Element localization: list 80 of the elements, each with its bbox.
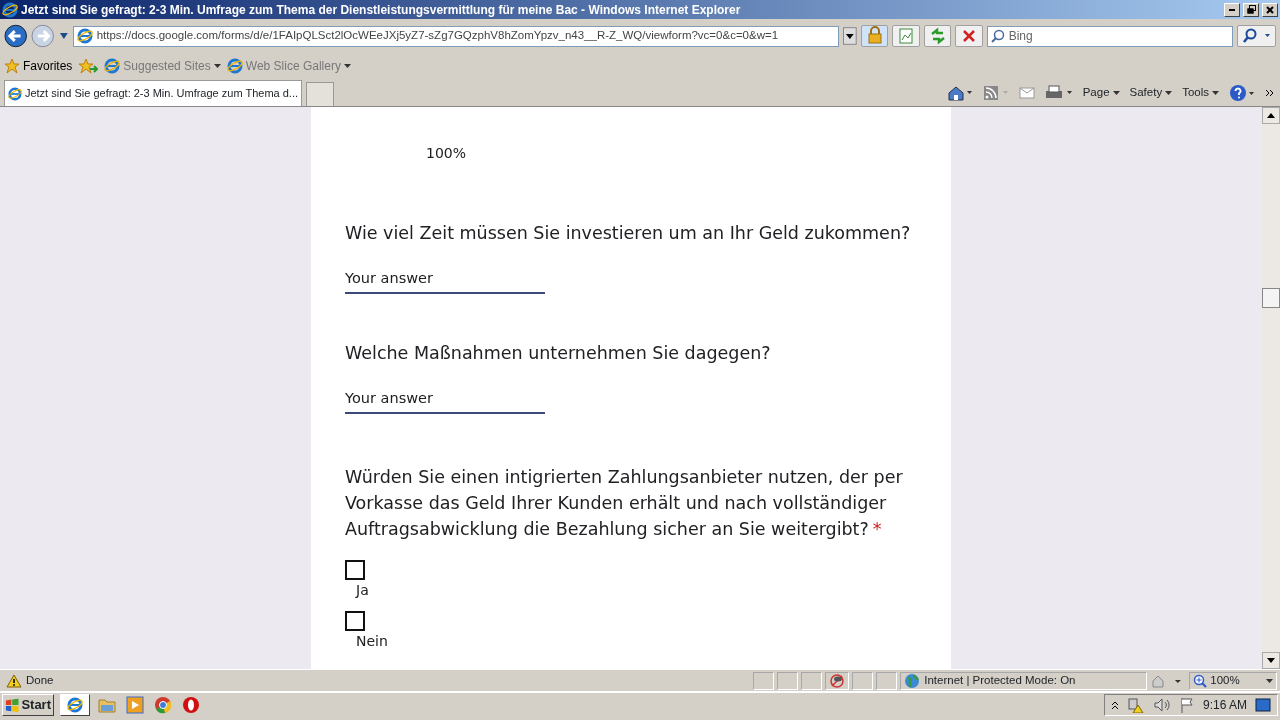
question-text: Würden Sie einen intigrierten Zahlungsanbieter nutzen, der per Vorkasse das Geld Ihrer Kunden erhält und nach vollständiger Auftragsabwicklung die Bezahlung sicher an Sie weitergibt? *	[345, 465, 904, 541]
scroll-up-icon	[1267, 113, 1275, 118]
checkbox[interactable]	[345, 559, 365, 580]
refresh-button[interactable]	[923, 25, 952, 47]
progress-text: 100%	[426, 144, 468, 163]
restore-icon	[1246, 5, 1256, 14]
scroll-down-icon	[1267, 658, 1275, 663]
warning-icon	[6, 673, 22, 688]
compatibility-view-button[interactable]	[892, 25, 920, 47]
windows-logo-icon	[5, 697, 20, 713]
search-field[interactable]: Bing	[986, 25, 1233, 47]
back-button[interactable]	[4, 24, 28, 48]
caret-icon	[343, 64, 351, 68]
answer-field[interactable]: Your answer	[345, 268, 545, 294]
search-icon	[1241, 28, 1272, 44]
caret-icon	[1112, 91, 1120, 96]
star-icon	[4, 58, 20, 74]
dropdown-arrow-icon[interactable]	[58, 32, 69, 40]
status-panel	[876, 671, 898, 690]
volume-icon[interactable]	[1152, 697, 1171, 713]
option-label: Nein	[356, 631, 389, 651]
print-icon[interactable]	[1044, 85, 1073, 101]
page-icon	[8, 85, 22, 102]
flag-icon[interactable]	[1178, 697, 1195, 713]
command-menu[interactable]: Tools	[1182, 84, 1219, 102]
caret-icon	[1212, 91, 1219, 96]
security-zone-text: Internet | Protected Mode: On	[924, 672, 1076, 688]
help-icon[interactable]	[1229, 84, 1255, 102]
address-bar[interactable]: https://docs.google.com/forms/d/e/1FAIpQLSct2lOcWEeJXj5yZ7-sZg7GQzphV8hZomYpzv_n43__R-Z_WQ/viewform?vc=0&c=0&w=1	[72, 25, 840, 47]
url-text: https://docs.google.com/forms/d/e/1FAIpQLSct2lOcWEeJXj5yZ7-sZg7GQzphV8hZomYpzv_n43__R-Z_WQ/viewform?vc=0&c=0&w=1	[96, 28, 779, 44]
caret-icon	[213, 64, 221, 68]
caret-icon	[1165, 91, 1173, 96]
browser-logo-icon	[2, 1, 18, 18]
feeds-icon[interactable]	[982, 85, 1009, 101]
stop-button[interactable]	[955, 25, 983, 47]
dropdown-button[interactable]	[843, 27, 858, 45]
chrome-icon[interactable]	[152, 696, 174, 714]
globe-icon	[904, 672, 921, 689]
status-panel	[852, 671, 874, 690]
network-icon[interactable]	[1126, 697, 1145, 713]
clock-text: 9:16 AM	[1202, 697, 1247, 714]
restore-button[interactable]	[1243, 2, 1259, 17]
command-menu[interactable]: Page	[1082, 84, 1120, 102]
status-panel	[777, 671, 799, 690]
chevron-icon[interactable]	[1265, 89, 1274, 97]
command-menu[interactable]: Safety	[1129, 84, 1173, 102]
question-text: Wie viel Zeit müssen Sie investieren um an Ihr Geld zukommen?	[345, 222, 912, 245]
close-button[interactable]	[1262, 2, 1278, 17]
favorites-button[interactable]: Favorites	[4, 57, 73, 75]
browser-tab[interactable]: Jetzt sind Sie gefragt: 2-3 Min. Umfrage zum Thema d...	[4, 80, 302, 106]
opera-icon[interactable]	[180, 696, 202, 714]
checkbox[interactable]	[345, 610, 365, 631]
option-label: Ja	[356, 580, 370, 600]
minimize-icon	[1229, 8, 1235, 11]
search-icon	[990, 29, 1005, 43]
show-hidden-icons-icon[interactable]	[1110, 700, 1119, 710]
status-text: Done	[26, 672, 54, 688]
taskbar-browser-button[interactable]	[60, 694, 90, 716]
close-icon	[1266, 5, 1274, 14]
media-player-icon[interactable]	[124, 696, 146, 714]
privacy-icon	[829, 672, 846, 689]
zoom-icon	[1193, 673, 1208, 688]
question-text: Welche Maßnahmen unternehmen Sie dagegen?	[345, 341, 772, 365]
window-title: Jetzt sind Sie gefragt: 2-3 Min. Umfrage zum Thema der Dienstleistungsvermittlung für meine Bac - Windows Internet Explorer	[21, 1, 742, 19]
browser-logo-icon	[67, 697, 83, 713]
page-icon	[76, 28, 93, 44]
page-icon	[104, 58, 121, 74]
zoom-control[interactable]: 100%	[1189, 671, 1277, 690]
answer-field[interactable]: Your answer	[345, 387, 545, 414]
caret-icon	[1266, 678, 1273, 683]
scrollbar[interactable]	[1262, 107, 1280, 669]
status-panel	[801, 671, 823, 690]
scrollbar-thumb[interactable]	[1262, 288, 1280, 308]
home-icon[interactable]	[946, 85, 973, 101]
status-panel	[753, 671, 775, 690]
show-desktop-icon[interactable]	[1255, 697, 1271, 713]
search-button[interactable]	[1236, 25, 1276, 47]
start-button[interactable]: Start	[2, 694, 54, 716]
minimize-button[interactable]	[1224, 2, 1240, 17]
page-icon	[226, 58, 243, 74]
